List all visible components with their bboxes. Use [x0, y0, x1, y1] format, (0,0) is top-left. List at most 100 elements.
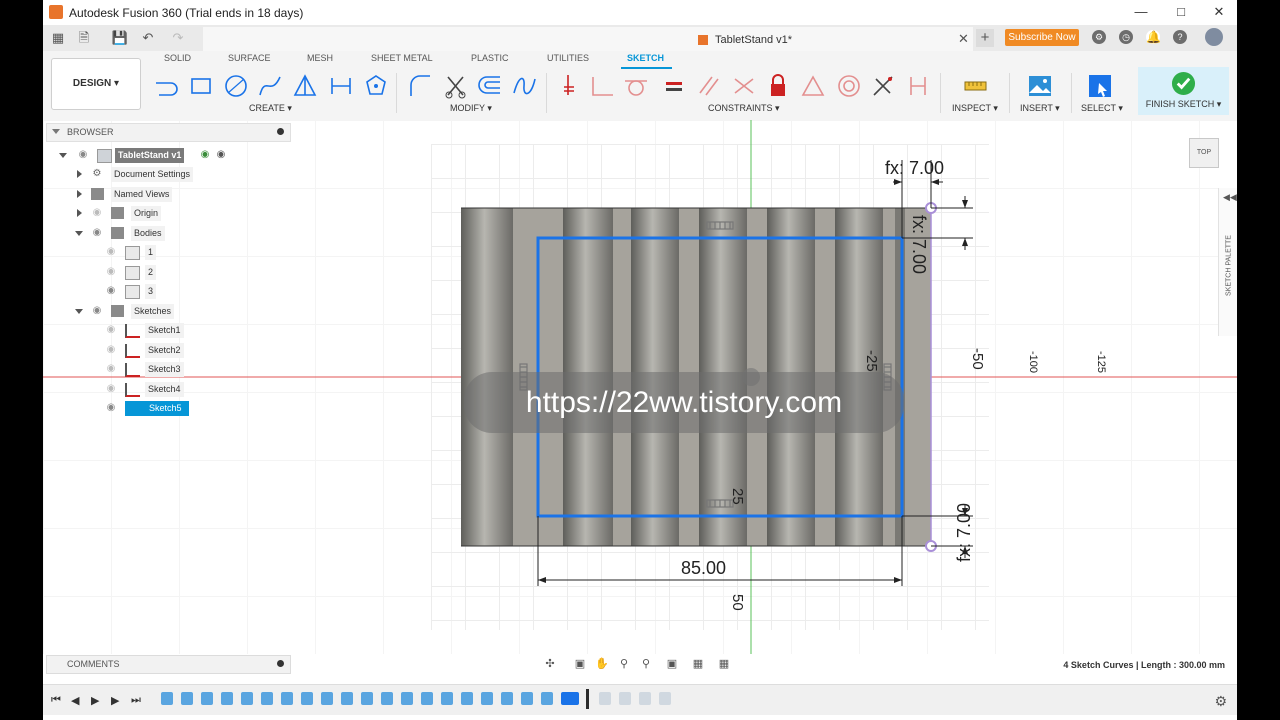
coincident-constraint-icon[interactable]: [556, 73, 582, 99]
select-group-label[interactable]: SELECT ▾: [1081, 103, 1123, 114]
timeline-feature-suppressed[interactable]: [659, 692, 671, 705]
visibility-eye-icon[interactable]: ◉: [105, 384, 117, 394]
maximize-button[interactable]: □: [1163, 2, 1199, 22]
timeline-feature[interactable]: [381, 692, 393, 705]
fillet-tool-icon[interactable]: [407, 73, 433, 99]
sketch-curve-tool-icon[interactable]: [511, 73, 537, 99]
orbit-icon[interactable]: ✣: [543, 657, 557, 671]
tab-mesh[interactable]: MESH: [307, 53, 333, 63]
trim-scissors-icon[interactable]: [443, 73, 469, 99]
comments-pin-icon[interactable]: [277, 660, 284, 667]
tab-sketch[interactable]: SKETCH: [627, 53, 664, 63]
dimension-right-top-label[interactable]: fx: 7.00: [908, 215, 929, 274]
timeline-feature-suppressed[interactable]: [599, 692, 611, 705]
tab-surface[interactable]: SURFACE: [228, 53, 271, 63]
midpoint-constraint-icon[interactable]: [800, 73, 826, 99]
visibility-eye-icon[interactable]: ◉: [91, 228, 103, 238]
visibility-eye-icon[interactable]: ◉: [91, 306, 103, 316]
close-window-button[interactable]: ✕: [1201, 2, 1237, 22]
tab-plastic[interactable]: PLASTIC: [471, 53, 509, 63]
look-at-icon[interactable]: ▣: [573, 657, 587, 671]
timeline-marker[interactable]: [586, 689, 589, 709]
document-tab[interactable]: TabletStand v1* ✕: [203, 27, 973, 51]
step-forward-icon[interactable]: ▶: [111, 694, 119, 707]
tree-root[interactable]: ◉ TabletStand v1 ◉ ◉: [59, 148, 289, 163]
undo-icon[interactable]: ↶: [139, 29, 157, 47]
line-tool-icon[interactable]: [153, 73, 179, 99]
collinear-constraint-icon[interactable]: [731, 73, 757, 99]
data-panel-grid-icon[interactable]: ▦: [49, 29, 67, 47]
subscribe-now-button[interactable]: Subscribe Now: [1005, 29, 1079, 46]
measure-ruler-icon[interactable]: [962, 73, 988, 99]
activate-component-icon[interactable]: ◉: [199, 150, 211, 160]
tree-item-named-views[interactable]: Named Views: [73, 187, 273, 202]
view-cube[interactable]: TOP: [1189, 138, 1219, 168]
tree-item-document-settings[interactable]: ⚙ Document Settings: [73, 167, 273, 182]
dimension-width-label[interactable]: 85.00: [681, 558, 726, 579]
redo-icon[interactable]: ↷: [169, 29, 187, 47]
timeline-feature[interactable]: [241, 692, 253, 705]
browser-pin-icon[interactable]: [277, 128, 284, 135]
offset-tool-icon[interactable]: [477, 73, 503, 99]
timeline-feature-suppressed[interactable]: [639, 692, 651, 705]
new-tab-button[interactable]: +: [976, 29, 994, 47]
symmetry-constraint-icon[interactable]: [870, 73, 896, 99]
finish-sketch-button[interactable]: FINISH SKETCH ▾: [1138, 67, 1229, 115]
tree-item-origin[interactable]: ◉ Origin: [73, 206, 273, 221]
expand-toggle-icon[interactable]: [59, 153, 67, 158]
comments-panel[interactable]: COMMENTS: [46, 655, 291, 674]
visibility-eye-icon[interactable]: ◉: [105, 267, 117, 277]
tree-item-sketch2[interactable]: ◉ Sketch2: [105, 343, 255, 358]
visibility-eye-icon[interactable]: ◉: [105, 403, 117, 413]
tree-item-sketch3[interactable]: ◉ Sketch3: [105, 362, 255, 377]
expand-toggle-icon[interactable]: [75, 309, 83, 314]
timeline-feature-selected[interactable]: [561, 692, 579, 705]
timeline-feature[interactable]: [281, 692, 293, 705]
tree-item-body-3[interactable]: ◉ 3: [105, 284, 255, 299]
expand-toggle-icon[interactable]: [75, 231, 83, 236]
concentric-constraint-icon[interactable]: [836, 73, 862, 99]
visibility-eye-icon[interactable]: ◉: [105, 364, 117, 374]
step-back-icon[interactable]: ◀: [71, 694, 79, 707]
help-icon[interactable]: ?: [1173, 30, 1187, 44]
tangent-constraint-icon[interactable]: [623, 73, 649, 99]
fix-lock-icon[interactable]: [765, 73, 791, 99]
tree-item-body-1[interactable]: ◉ 1: [105, 245, 255, 260]
constraints-group-label[interactable]: CONSTRAINTS ▾: [708, 103, 780, 114]
timeline-feature[interactable]: [421, 692, 433, 705]
timeline-feature[interactable]: [261, 692, 273, 705]
timeline-feature[interactable]: [521, 692, 533, 705]
extensions-icon[interactable]: ⚙: [1092, 30, 1106, 44]
notifications-bell-icon[interactable]: 🔔: [1146, 30, 1161, 44]
equal-constraint-icon[interactable]: [661, 73, 687, 99]
save-icon[interactable]: 💾: [111, 29, 129, 47]
display-settings-icon[interactable]: ▣: [665, 657, 679, 671]
timeline-feature[interactable]: [541, 692, 553, 705]
pan-hand-icon[interactable]: ✋: [595, 657, 609, 671]
visibility-eye-icon[interactable]: ◉: [91, 208, 103, 218]
spline-tool-icon[interactable]: [257, 73, 283, 99]
tree-item-sketches[interactable]: ◉ Sketches: [73, 304, 273, 319]
timeline-feature[interactable]: [361, 692, 373, 705]
expand-toggle-icon[interactable]: [77, 190, 82, 198]
triangle-tool-icon[interactable]: [292, 73, 318, 99]
curvature-constraint-icon[interactable]: [905, 73, 931, 99]
browser-header[interactable]: BROWSER: [46, 123, 291, 142]
timeline-feature-suppressed[interactable]: [619, 692, 631, 705]
tree-item-sketch5[interactable]: ◉ Sketch5: [105, 401, 255, 416]
tree-item-sketch4[interactable]: ◉ Sketch4: [105, 382, 255, 397]
zoom-window-icon[interactable]: ⚲: [639, 657, 653, 671]
zoom-icon[interactable]: ⚲: [617, 657, 631, 671]
timeline-settings-gear-icon[interactable]: ⚙: [1214, 693, 1227, 710]
modify-group-label[interactable]: MODIFY ▾: [450, 103, 492, 114]
insert-group-label[interactable]: INSERT ▾: [1020, 103, 1060, 114]
dimension-tool-icon[interactable]: [328, 73, 354, 99]
insert-image-icon[interactable]: [1027, 73, 1053, 99]
timeline-feature[interactable]: [201, 692, 213, 705]
visibility-eye-icon[interactable]: ◉: [105, 247, 117, 257]
close-tab-icon[interactable]: ✕: [958, 31, 969, 47]
tree-item-bodies[interactable]: ◉ Bodies: [73, 226, 273, 241]
circle-tool-icon[interactable]: [223, 73, 249, 99]
visibility-eye-icon[interactable]: ◉: [105, 286, 117, 296]
expand-arrows-icon[interactable]: ◀◀: [1223, 192, 1237, 203]
